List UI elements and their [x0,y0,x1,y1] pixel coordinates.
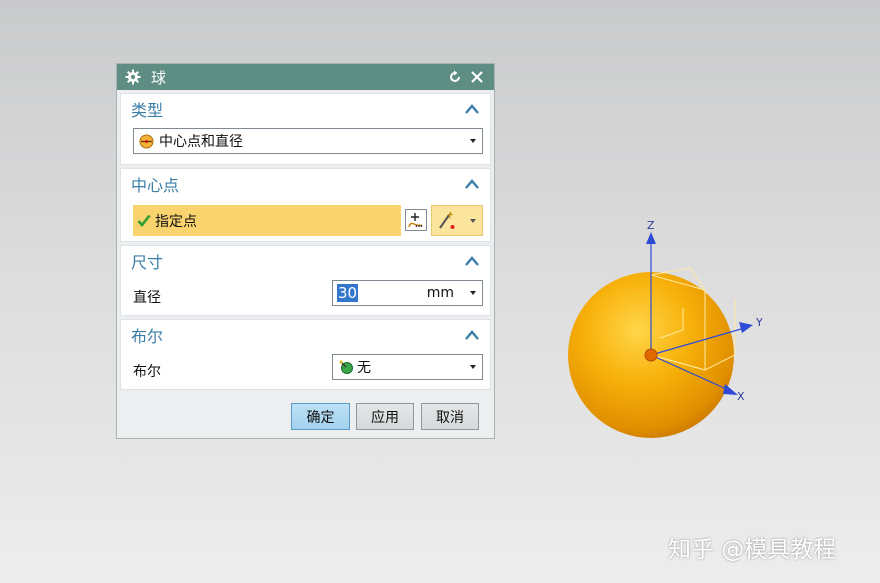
chevron-up-icon[interactable] [464,102,480,116]
point-constructor-icon [408,213,423,228]
specify-point-label: 指定点 [155,213,197,230]
section-size: 尺寸 直径 30 mm [120,245,491,316]
y-axis [650,322,753,356]
section-type-header[interactable]: 类型 [121,94,490,124]
section-center: 中心点 指定点 [120,168,491,242]
center-diameter-icon [139,134,154,149]
reset-icon[interactable] [446,68,464,86]
specify-point-row[interactable]: 指定点 [133,205,401,236]
y-axis-label: Y [756,316,763,329]
section-type-title: 类型 [131,101,164,120]
magic-wand-icon [437,211,457,231]
boolean-label: 布尔 [133,364,161,380]
z-axis-label: Z [647,219,655,232]
section-size-header[interactable]: 尺寸 [121,246,490,276]
boolean-dropdown[interactable]: 无 [332,354,483,380]
close-icon[interactable] [468,68,486,86]
ok-button[interactable]: 确定 [291,403,350,430]
section-boolean-title: 布尔 [131,327,164,346]
watermark: 知乎 @模具教程 [668,537,837,563]
type-dropdown[interactable]: 中心点和直径 [133,128,483,154]
inferred-point-button[interactable] [431,205,483,236]
boolean-none-icon [338,359,354,375]
preview-wireframe [650,267,736,371]
boolean-dropdown-value: 无 [357,360,371,376]
apply-button[interactable]: 应用 [356,403,414,430]
cancel-button[interactable]: 取消 [421,403,479,430]
section-boolean: 布尔 布尔 无 [120,319,491,390]
dropdown-arrow-icon[interactable] [470,291,476,295]
section-center-header[interactable]: 中心点 [121,169,490,199]
dropdown-arrow-icon [470,139,476,143]
x-axis [650,354,738,395]
point-dialog-button[interactable] [405,209,427,231]
unit-label: mm [426,285,454,301]
diameter-value[interactable]: 30 [337,284,359,302]
checkmark-icon [137,214,151,227]
section-type: 类型 中心点和直径 [120,93,491,165]
x-axis-label: X [737,390,745,403]
sphere-dialog: 球 类型 中心点和直径 中心点 指定点 尺寸 直径 30 mm 布尔 布尔 无 … [116,63,495,439]
chevron-down-icon[interactable] [470,219,476,223]
center-point-marker[interactable] [644,348,658,362]
section-center-title: 中心点 [131,176,180,195]
dialog-title: 球 [151,68,167,87]
section-size-title: 尺寸 [131,253,164,272]
chevron-up-icon[interactable] [464,177,480,191]
sphere-body[interactable] [568,272,734,438]
z-axis [646,232,656,355]
chevron-up-icon[interactable] [464,328,480,342]
diameter-input[interactable]: 30 mm [332,280,483,306]
chevron-up-icon[interactable] [464,254,480,268]
diameter-label: 直径 [133,290,161,306]
gear-icon[interactable] [125,69,141,85]
type-dropdown-value: 中心点和直径 [159,134,243,150]
dialog-titlebar: 球 [117,64,494,90]
dropdown-arrow-icon [470,365,476,369]
section-boolean-header[interactable]: 布尔 [121,320,490,350]
